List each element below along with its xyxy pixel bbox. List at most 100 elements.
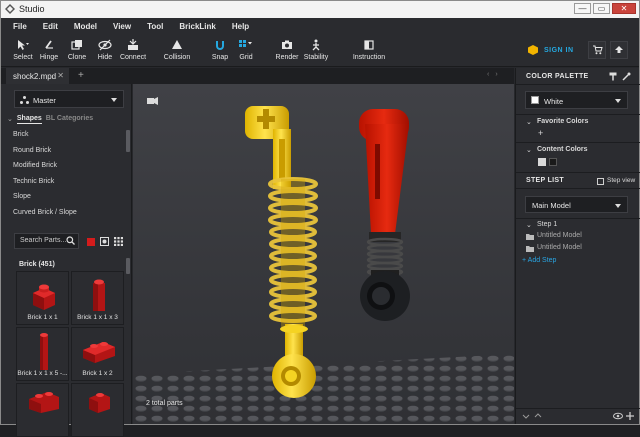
add-favorite-color-button[interactable]: + xyxy=(538,128,543,138)
step-collapse-chevron-icon[interactable]: ⌄ xyxy=(526,221,532,229)
content-color-swatch[interactable] xyxy=(538,158,546,166)
expand-chevron-icon[interactable]: ⌄ xyxy=(526,118,532,126)
category-item[interactable]: Modified Brick xyxy=(1,159,127,175)
minimize-button[interactable]: — xyxy=(574,3,591,14)
eyedropper-icon[interactable] xyxy=(622,72,631,81)
add-icon[interactable] xyxy=(626,412,634,420)
upload-icon xyxy=(615,46,623,53)
hierarchy-icon xyxy=(20,96,29,104)
clone-icon xyxy=(71,40,82,50)
part-tile-brick-1x2[interactable]: Brick 1 x 2 xyxy=(71,327,124,381)
category-item[interactable]: Curved Brick / Slope xyxy=(1,206,127,222)
expand-chevron-icon[interactable]: ⌄ xyxy=(526,146,532,154)
document-tab-bar: shock2.mpd ✕ + ‹› xyxy=(1,68,514,84)
category-scrollbar[interactable] xyxy=(126,130,130,152)
user-cube-icon xyxy=(528,45,538,55)
folder-icon xyxy=(526,246,534,252)
menu-file[interactable]: File xyxy=(13,22,27,31)
favorite-colors-header[interactable]: Favorite Colors xyxy=(537,118,588,125)
maximize-button[interactable]: ▭ xyxy=(593,3,610,14)
collapse-chevron-icon[interactable]: ⌄ xyxy=(7,115,13,124)
part-tile-brick-6[interactable] xyxy=(71,383,124,437)
right-panel: COLOR PALETTE White ⌄ Favorite Colors + … xyxy=(515,68,640,424)
parts-palette-panel: Master ⌄ Shapes BL Categories Brick Roun… xyxy=(1,84,132,437)
menu-view[interactable]: View xyxy=(113,22,131,31)
chevron-down-icon xyxy=(111,98,117,102)
menu-tool[interactable]: Tool xyxy=(147,22,163,31)
tab-scroll-arrows[interactable]: ‹› xyxy=(487,71,504,78)
category-item[interactable]: Slope xyxy=(1,190,127,206)
add-tab-button[interactable]: + xyxy=(78,70,84,81)
instruction-icon xyxy=(364,40,374,50)
camera-icon xyxy=(282,40,292,49)
status-total-parts: 2 total parts xyxy=(146,400,183,407)
part-tile-brick-1x1[interactable]: Brick 1 x 1 xyxy=(16,271,69,325)
select-arrow-icon xyxy=(18,40,29,50)
grid-icon xyxy=(239,40,252,47)
close-window-button[interactable]: ✕ xyxy=(612,3,636,14)
tab-shock2[interactable]: shock2.mpd ✕ xyxy=(6,68,69,84)
step-model-dropdown[interactable]: Main Model xyxy=(525,196,628,213)
folder-icon xyxy=(526,234,534,240)
parts-scrollbar[interactable] xyxy=(126,258,130,274)
window-title: Studio xyxy=(19,4,45,14)
upload-button[interactable] xyxy=(610,41,628,59)
3d-viewport[interactable]: 2 total parts xyxy=(133,84,514,424)
menu-edit[interactable]: Edit xyxy=(43,22,58,31)
part-tile-brick-1x1x5[interactable]: Brick 1 x 1 x 5 -... xyxy=(16,327,69,381)
collapse-icon[interactable] xyxy=(534,412,542,420)
brick-1x1x5-thumbnail xyxy=(40,333,48,370)
tab-shapes[interactable]: Shapes xyxy=(16,115,42,124)
visibility-eye-icon[interactable] xyxy=(613,412,623,420)
stability-tool-button[interactable]: Stability xyxy=(296,38,336,61)
color-select-dropdown[interactable]: White xyxy=(525,91,628,109)
step-view-checkbox[interactable] xyxy=(597,178,604,185)
content-colors-header[interactable]: Content Colors xyxy=(537,146,588,153)
tab-bl-categories[interactable]: BL Categories xyxy=(46,115,93,124)
search-icon xyxy=(66,236,75,245)
part-group-header: Brick (451) xyxy=(19,261,55,268)
brick-1x2-thumbnail xyxy=(83,342,115,363)
close-tab-icon[interactable]: ✕ xyxy=(57,71,64,80)
snap-icon xyxy=(216,41,224,50)
sign-in-button[interactable]: SIGN IN xyxy=(528,45,574,55)
menu-bar: File Edit Model View Tool BrickLink Help xyxy=(1,18,639,35)
category-list: Brick Round Brick Modified Brick Technic… xyxy=(1,128,127,222)
menu-model[interactable]: Model xyxy=(74,22,97,31)
category-item[interactable]: Brick xyxy=(1,128,127,144)
instruction-tool-button[interactable]: Instruction xyxy=(349,38,389,61)
part-tile-brick-5[interactable] xyxy=(16,383,69,437)
category-item[interactable]: Round Brick xyxy=(1,144,127,160)
parts-search-input[interactable]: Search Parts... xyxy=(14,233,79,249)
untitled-model-item[interactable]: Untitled Model xyxy=(537,244,582,251)
category-item[interactable]: Technic Brick xyxy=(1,175,127,191)
menu-bricklink[interactable]: BrickLink xyxy=(179,22,215,31)
camera-view-icon[interactable] xyxy=(147,97,158,105)
grid-view-icon[interactable] xyxy=(114,237,123,246)
hide-eye-icon xyxy=(98,39,112,51)
viewport-scene xyxy=(133,84,514,424)
step-list-title: STEP LIST xyxy=(526,177,564,184)
add-step-button[interactable]: + Add Step xyxy=(522,257,556,264)
filter-icon[interactable] xyxy=(100,237,109,246)
color-palette-title: COLOR PALETTE xyxy=(526,73,589,80)
color-filter-swatch[interactable] xyxy=(87,238,95,246)
connect-tool-button[interactable]: Connect xyxy=(113,38,153,61)
model-select-dropdown[interactable]: Master xyxy=(14,90,124,108)
untitled-model-item[interactable]: Untitled Model xyxy=(537,232,582,239)
content-color-swatch[interactable] xyxy=(549,158,557,166)
paint-roller-icon[interactable] xyxy=(609,72,618,81)
cart-add-icon xyxy=(592,45,603,55)
part-tile-brick-1x1x3[interactable]: Brick 1 x 1 x 3 xyxy=(71,271,124,325)
brick-thumbnail xyxy=(29,392,59,413)
grid-tool-button[interactable]: Grid xyxy=(226,38,266,61)
chevron-down-icon xyxy=(615,99,621,103)
collision-tool-button[interactable]: Collision xyxy=(157,38,197,61)
menu-help[interactable]: Help xyxy=(232,22,249,31)
expand-icon[interactable] xyxy=(522,412,530,420)
step-1-item[interactable]: Step 1 xyxy=(537,221,557,228)
connect-icon xyxy=(128,39,138,50)
brick-thumbnail xyxy=(89,393,110,413)
cart-button[interactable] xyxy=(588,41,606,59)
white-color-swatch xyxy=(531,96,539,104)
